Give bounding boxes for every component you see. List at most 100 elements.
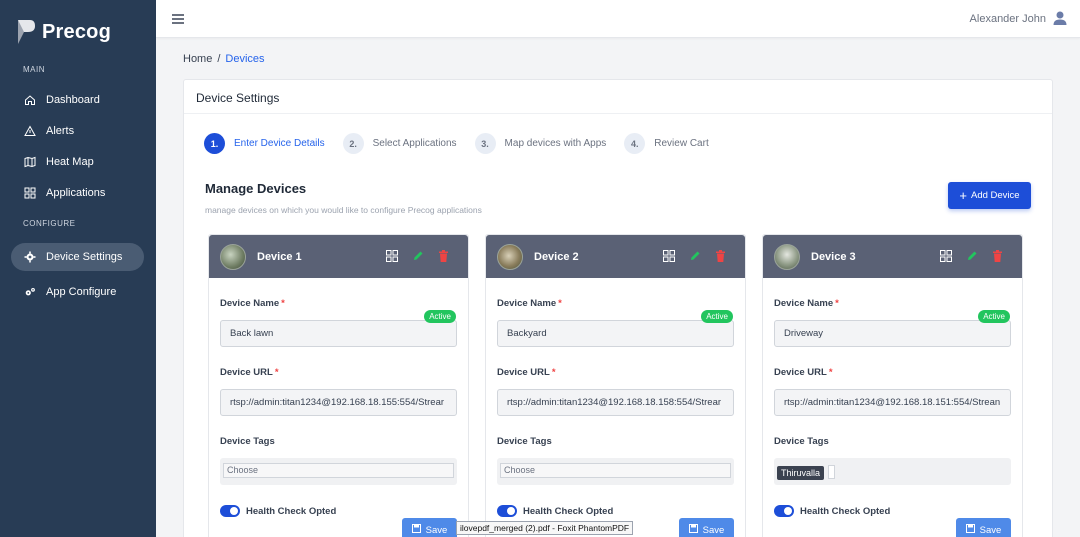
grid-view-icon[interactable]: [662, 249, 675, 262]
sidebar-item-applications[interactable]: Applications: [11, 179, 144, 207]
device-name-label: Device Name *: [774, 298, 839, 309]
home-icon: [24, 94, 36, 106]
grid-icon: [24, 187, 36, 199]
sidebar-item-label: App Configure: [46, 286, 117, 298]
add-device-button[interactable]: + Add Device: [948, 182, 1031, 209]
save-button[interactable]: Save: [956, 518, 1011, 537]
app-logo[interactable]: Precog: [16, 18, 111, 46]
device-title: Device 1: [257, 250, 302, 263]
device-url-input[interactable]: rtsp://admin:titan1234@192.168.18.158:55…: [497, 389, 734, 416]
device-name-input[interactable]: Backyard: [497, 320, 734, 347]
device-card-header: Device 3: [763, 235, 1022, 278]
device-tags-input[interactable]: Choose: [220, 458, 457, 485]
device-tags-label: Device Tags: [220, 436, 275, 447]
step-map-devices[interactable]: 3. Map devices with Apps: [474, 133, 607, 154]
step-select-applications[interactable]: 2. Select Applications: [342, 133, 457, 154]
delete-icon[interactable]: [714, 249, 727, 262]
device-url-input[interactable]: rtsp://admin:titan1234@192.168.18.151:55…: [774, 389, 1011, 416]
device-card: Device 1 Active Device Name * Back lawn D…: [208, 234, 469, 537]
gears-icon: [24, 286, 36, 298]
device-tags-label: Device Tags: [497, 436, 552, 447]
device-name-label: Device Name *: [220, 298, 285, 309]
sidebar: Precog MAIN Dashboard Alerts Heat Map Ap…: [0, 0, 156, 537]
device-settings-panel: Device Settings 1. Enter Device Details …: [183, 79, 1053, 537]
step-number: 4.: [624, 133, 646, 154]
delete-icon[interactable]: [437, 249, 450, 262]
sidebar-item-app-configure[interactable]: App Configure: [11, 278, 144, 306]
device-title: Device 3: [811, 250, 856, 263]
edit-icon[interactable]: [411, 249, 424, 262]
device-url-label: Device URL *: [497, 367, 556, 378]
tag-chip[interactable]: Thiruvalla: [777, 466, 825, 480]
step-label: Review Cart: [654, 138, 709, 149]
step-number: 3.: [474, 133, 496, 154]
step-enter-device-details[interactable]: 1. Enter Device Details: [204, 133, 325, 154]
step-review-cart[interactable]: 4. Review Cart: [624, 133, 709, 154]
sidebar-item-label: Applications: [46, 187, 106, 199]
user-name[interactable]: Alexander John: [970, 13, 1046, 25]
breadcrumb-home[interactable]: Home: [183, 53, 212, 65]
plus-icon: +: [959, 188, 967, 203]
step-number: 2.: [342, 133, 364, 154]
tags-placeholder: Choose: [500, 463, 731, 478]
step-label: Map devices with Apps: [504, 138, 607, 149]
grid-view-icon[interactable]: [939, 249, 952, 262]
save-label: Save: [702, 524, 725, 536]
grid-view-icon[interactable]: [385, 249, 398, 262]
device-name-input[interactable]: Driveway: [774, 320, 1011, 347]
manage-devices-title: Manage Devices: [205, 181, 307, 196]
sidebar-item-heat-map[interactable]: Heat Map: [11, 148, 144, 176]
step-number: 1.: [204, 133, 225, 154]
save-icon: [965, 524, 975, 536]
device-url-input[interactable]: rtsp://admin:titan1234@192.168.18.155:55…: [220, 389, 457, 416]
sidebar-item-label: Dashboard: [46, 94, 100, 106]
add-device-label: Add Device: [971, 190, 1020, 201]
edit-icon[interactable]: [965, 249, 978, 262]
device-url-label: Device URL *: [774, 367, 833, 378]
device-card-header: Device 1: [209, 235, 468, 278]
status-badge: Active: [978, 310, 1010, 323]
breadcrumb-current[interactable]: Devices: [225, 53, 264, 65]
panel-title: Device Settings: [184, 80, 1052, 114]
device-thumbnail: [220, 243, 246, 270]
save-button[interactable]: Save: [679, 518, 734, 537]
edit-icon[interactable]: [688, 249, 701, 262]
manage-devices-subtitle: manage devices on which you would like t…: [205, 205, 482, 215]
device-card: Device 2 Active Device Name * Backyard De…: [485, 234, 746, 537]
health-check-toggle[interactable]: [774, 505, 794, 517]
sidebar-item-label: Device Settings: [46, 251, 123, 263]
delete-icon[interactable]: [991, 249, 1004, 262]
status-badge: Active: [701, 310, 733, 323]
breadcrumb-separator: /: [217, 53, 221, 65]
map-icon: [24, 156, 36, 168]
app-name: Precog: [42, 20, 112, 43]
menu-icon[interactable]: [172, 14, 184, 24]
health-check-label: Health Check Opted: [246, 505, 337, 517]
health-check-toggle[interactable]: [220, 505, 240, 517]
status-badge: Active: [424, 310, 456, 323]
sidebar-item-device-settings[interactable]: Device Settings: [11, 243, 144, 271]
sidebar-item-alerts[interactable]: Alerts: [11, 117, 144, 145]
save-label: Save: [979, 524, 1002, 536]
health-check-label: Health Check Opted: [800, 505, 891, 517]
user-icon[interactable]: [1052, 10, 1068, 26]
device-tags-input[interactable]: Choose: [497, 458, 734, 485]
device-tags-input[interactable]: Thiruvalla: [774, 458, 1011, 485]
sidebar-item-dashboard[interactable]: Dashboard: [11, 86, 144, 114]
section-label-main: MAIN: [23, 65, 45, 74]
device-name-input[interactable]: Back lawn: [220, 320, 457, 347]
step-label: Select Applications: [372, 138, 457, 149]
tags-placeholder: Choose: [223, 463, 454, 478]
save-icon: [688, 524, 698, 536]
taskbar-tooltip: ilovepdf_merged (2).pdf - Foxit PhantomP…: [456, 521, 634, 535]
device-card-header: Device 2: [486, 235, 745, 278]
save-button[interactable]: Save: [402, 518, 457, 537]
device-tags-label: Device Tags: [774, 436, 829, 447]
section-label-configure: CONFIGURE: [23, 219, 76, 228]
sidebar-item-label: Heat Map: [46, 156, 94, 168]
device-card: Device 3 Active Device Name * Driveway De…: [762, 234, 1023, 537]
health-check-toggle[interactable]: [497, 505, 517, 517]
precog-logo-icon: [18, 20, 35, 44]
tag-text-cursor[interactable]: [828, 464, 836, 479]
top-bar: Alexander John: [156, 0, 1080, 38]
